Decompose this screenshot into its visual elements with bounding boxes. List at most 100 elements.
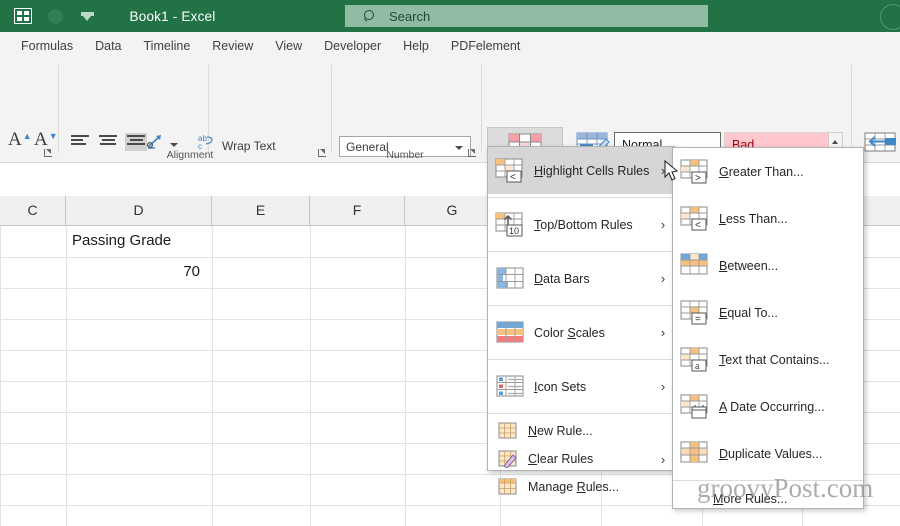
menu-item-label: Top/Bottom Rules xyxy=(534,217,633,232)
tab-pdfelement[interactable]: PDFelement xyxy=(440,32,531,61)
menu-divider xyxy=(488,359,674,360)
alignment-dialog-launcher[interactable] xyxy=(317,149,327,159)
align-bottom-icon[interactable] xyxy=(127,135,145,149)
customize-quick-access-toolbar-icon[interactable] xyxy=(80,9,95,24)
submenu-item-between[interactable]: Between... xyxy=(673,242,863,289)
top-bottom-rules-icon: 10 xyxy=(488,212,534,238)
group-divider xyxy=(481,65,482,153)
menu-item-label: Icon Sets xyxy=(534,379,587,394)
align-top-icon[interactable] xyxy=(71,135,89,149)
submenu-item-label: Greater Than... xyxy=(719,164,804,179)
cell-d1[interactable]: Passing Grade xyxy=(72,226,171,256)
cell-d2[interactable]: 70 xyxy=(0,257,206,287)
menu-item-top-bottom-rules[interactable]: 10 Top/Bottom Rules › xyxy=(488,201,674,248)
menu-item-label: Manage Rules... xyxy=(528,480,620,494)
color-scales-icon xyxy=(488,321,534,345)
tab-formulas[interactable]: Formulas xyxy=(10,32,84,61)
column-header-e[interactable]: E xyxy=(212,196,310,225)
svg-text:>: > xyxy=(695,173,701,184)
menu-item-highlight-cells-rules[interactable]: < Highlight Cells Rules › xyxy=(488,147,674,194)
menu-item-clear-rules[interactable]: Clear Rules › xyxy=(488,445,674,473)
group-divider xyxy=(58,65,59,153)
search-icon xyxy=(363,9,376,23)
submenu-item-label: A Date Occurring... xyxy=(719,399,825,414)
column-header-g[interactable]: G xyxy=(405,196,500,225)
date-occurring-icon xyxy=(673,394,719,420)
clear-rules-icon xyxy=(488,450,528,468)
submenu-item-duplicate-values[interactable]: Duplicate Values... xyxy=(673,430,863,477)
svg-text:10: 10 xyxy=(509,226,519,236)
submenu-arrow-icon: › xyxy=(660,271,666,286)
menu-item-label: Data Bars xyxy=(534,271,590,286)
tab-help[interactable]: Help xyxy=(392,32,440,61)
menu-divider xyxy=(488,413,674,414)
search-input[interactable]: Search xyxy=(389,9,430,24)
icon-sets-icon xyxy=(488,375,534,399)
between-icon xyxy=(673,253,719,279)
font-dialog-launcher[interactable] xyxy=(43,149,53,159)
svg-text:<: < xyxy=(695,220,701,231)
submenu-arrow-icon: › xyxy=(660,217,666,232)
submenu-item-label: Text that Contains... xyxy=(719,352,830,367)
menu-item-color-scales[interactable]: Color Scales › xyxy=(488,309,674,356)
svg-text:=: = xyxy=(695,314,701,325)
submenu-item-more-rules[interactable]: More Rules... xyxy=(673,484,863,514)
menu-item-label: Clear Rules xyxy=(528,452,594,466)
decrease-font-size-icon[interactable]: A▼ xyxy=(34,129,58,151)
column-header-f[interactable]: F xyxy=(310,196,405,225)
submenu-arrow-icon: › xyxy=(660,163,666,178)
orientation-chevron-icon[interactable] xyxy=(170,140,179,149)
submenu-item-text-that-contains[interactable]: a Text that Contains... xyxy=(673,336,863,383)
text-that-contains-icon: a xyxy=(673,347,719,373)
menu-item-new-rule[interactable]: New Rule... xyxy=(488,417,674,445)
group-divider xyxy=(331,65,332,153)
group-divider xyxy=(851,65,852,153)
tab-developer[interactable]: Developer xyxy=(313,32,392,61)
menu-divider xyxy=(488,197,674,198)
duplicate-values-icon xyxy=(673,441,719,467)
data-bars-icon xyxy=(488,267,534,291)
submenu-item-label: Between... xyxy=(719,258,779,273)
ribbon-tab-strip: Formulas Data Timeline Review View Devel… xyxy=(0,32,900,61)
highlight-cells-rules-submenu: > Greater Than... < Less Than... Between… xyxy=(672,147,864,509)
conditional-formatting-menu: < Highlight Cells Rules › 10 Top/Bottom … xyxy=(487,146,675,495)
tab-data[interactable]: Data xyxy=(84,32,132,61)
autosave-circle-icon[interactable] xyxy=(48,8,63,24)
column-header-c[interactable]: C xyxy=(0,196,66,225)
submenu-item-greater-than[interactable]: > Greater Than... xyxy=(673,148,863,195)
equal-to-icon: = xyxy=(673,300,719,326)
save-icon[interactable] xyxy=(14,8,32,24)
align-middle-icon[interactable] xyxy=(99,135,117,149)
menu-divider xyxy=(488,251,674,252)
menu-item-data-bars[interactable]: Data Bars › xyxy=(488,255,674,302)
new-rule-icon xyxy=(488,422,528,440)
submenu-item-date-occurring[interactable]: A Date Occurring... xyxy=(673,383,863,430)
submenu-arrow-icon: › xyxy=(660,451,666,467)
svg-text:a: a xyxy=(695,361,700,372)
chevron-down-icon[interactable] xyxy=(455,143,464,152)
highlight-cells-rules-icon: < xyxy=(488,158,534,184)
submenu-arrow-icon: › xyxy=(660,379,666,394)
menu-item-icon-sets[interactable]: Icon Sets › xyxy=(488,363,674,410)
wrap-text-label[interactable]: Wrap Text xyxy=(222,139,276,153)
group-label-alignment: Alignment xyxy=(166,149,214,161)
account-avatar[interactable] xyxy=(880,4,900,30)
menu-divider xyxy=(488,305,674,306)
submenu-arrow-icon: › xyxy=(660,325,666,340)
submenu-item-equal-to[interactable]: = Equal To... xyxy=(673,289,863,336)
menu-item-manage-rules[interactable]: Manage Rules... xyxy=(488,473,674,501)
submenu-item-label: Less Than... xyxy=(719,211,788,226)
submenu-item-label: Duplicate Values... xyxy=(719,446,823,461)
tab-timeline[interactable]: Timeline xyxy=(133,32,202,61)
increase-font-size-icon[interactable]: A▲ xyxy=(8,129,32,151)
tab-view[interactable]: View xyxy=(264,32,313,61)
search-box[interactable]: Search xyxy=(345,5,708,27)
menu-item-label: New Rule... xyxy=(528,424,593,438)
column-header-d[interactable]: D xyxy=(66,196,212,225)
tab-review[interactable]: Review xyxy=(201,32,264,61)
submenu-item-less-than[interactable]: < Less Than... xyxy=(673,195,863,242)
text-orientation-icon[interactable] xyxy=(146,134,166,150)
menu-item-label: Highlight Cells Rules xyxy=(534,163,650,178)
number-dialog-launcher[interactable] xyxy=(467,149,477,159)
submenu-item-label: More Rules... xyxy=(713,492,788,506)
